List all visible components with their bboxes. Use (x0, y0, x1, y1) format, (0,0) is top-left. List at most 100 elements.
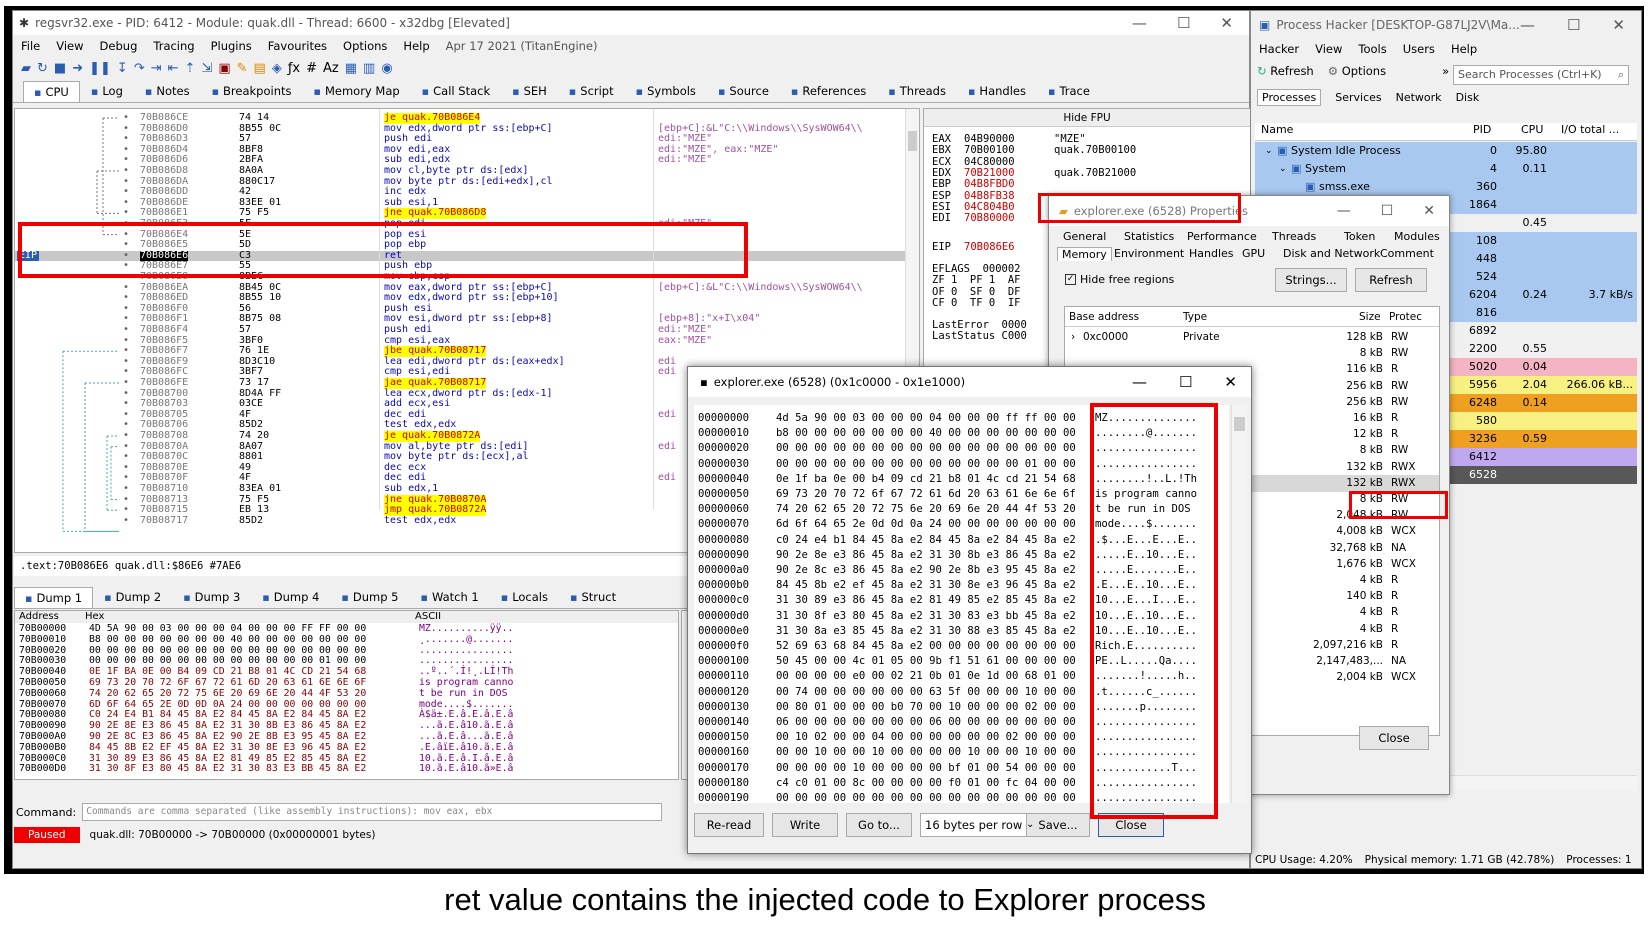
command-input[interactable]: Commands are comma separated (like assem… (82, 803, 663, 821)
hash-icon[interactable]: # (306, 61, 317, 76)
register-row[interactable]: EAX 04B90000 "MZE" (932, 133, 1086, 145)
dump-tab[interactable]: ▪ Watch 1 (409, 586, 489, 608)
dump-row[interactable]: 70B000D0 31 30 8F E3 80 45 8A E2 31 30 83… (19, 763, 674, 775)
bp-dot-icon[interactable]: • (123, 483, 129, 495)
bp-dot-icon[interactable]: • (123, 515, 129, 527)
execute-till-return-icon[interactable]: ⇡ (185, 61, 196, 76)
menu-item[interactable]: Plugins (211, 39, 252, 53)
menu-item[interactable]: View (56, 39, 83, 53)
tab-source[interactable]: ▪ Source (707, 80, 780, 102)
menu-item[interactable]: Tracing (153, 39, 194, 53)
refresh-button[interactable]: ↻ Refresh (1257, 64, 1314, 78)
run-icon[interactable]: ➜ (72, 61, 83, 76)
register-row-eip[interactable]: EIP 70B086E6 (932, 241, 1015, 253)
menu-item[interactable]: Hacker (1259, 42, 1299, 56)
trace-into-icon[interactable]: ⇥ (151, 61, 162, 76)
minimize-icon[interactable]: — (1132, 373, 1147, 391)
dump-row[interactable]: 70B00060 74 20 62 65 20 72 75 6E 20 69 6E… (19, 688, 674, 700)
expand-icon[interactable]: ⌄ (1265, 142, 1273, 160)
tab-handles[interactable]: ▪ Handles (957, 80, 1037, 102)
process-row[interactable]: ⌄ ▣ System 4 0.11 (1255, 160, 1637, 178)
ph-tab-services[interactable]: Services (1335, 91, 1381, 104)
dump-tab[interactable]: ▪ Dump 2 (93, 586, 172, 608)
tab-memory-map[interactable]: ▪ Memory Map (303, 80, 411, 102)
dump-tab[interactable]: ▪ Dump 3 (172, 586, 251, 608)
menu-item[interactable]: Help (1451, 42, 1477, 56)
register-row[interactable]: EDX 70B21000 quak.70B21000 (932, 167, 1136, 179)
dump-tab[interactable]: ▪ Dump 1 (14, 587, 94, 608)
calculator-icon[interactable]: ▦ (345, 61, 357, 76)
close-icon[interactable]: ✕ (1220, 14, 1233, 32)
dump-row[interactable]: 70B00010 B8 00 00 00 00 00 00 00 40 00 00… (19, 634, 674, 646)
eflags-row[interactable]: CF 0 TF 0 IF (932, 297, 1021, 309)
search-input[interactable]: Search Processes (Ctrl+K) ⌕ (1453, 65, 1629, 85)
dump-tab[interactable]: ▪ Dump 5 (330, 586, 409, 608)
function-icon[interactable]: ƒx (288, 61, 300, 76)
prop-tab[interactable]: Threads (1272, 230, 1316, 243)
minimize-icon[interactable]: — (1132, 14, 1147, 32)
menu-item[interactable]: File (21, 39, 40, 53)
menu-item[interactable]: Help (403, 39, 429, 53)
lasterror-row[interactable]: LastStatus C000 (932, 330, 1027, 342)
maximize-icon[interactable]: ☐ (1179, 373, 1192, 391)
memory-region-row[interactable]: 8 kB RW (1065, 345, 1439, 362)
stop-icon[interactable]: ■ (54, 61, 66, 76)
reread-button[interactable]: Re-read (694, 813, 764, 837)
prop-tab[interactable]: Modules (1394, 230, 1440, 243)
bytes-per-row-select[interactable]: 16 bytes per row (920, 813, 1042, 837)
tab-call-stack[interactable]: ▪ Call Stack (411, 80, 501, 102)
col-size[interactable]: Size (1359, 307, 1381, 327)
overflow-icon[interactable]: » (1442, 64, 1449, 78)
dump-view[interactable]: Address Hex ASCII 70B00000 4D 5A 90 00 03… (14, 610, 679, 780)
prop-tab[interactable]: Environment (1114, 247, 1184, 260)
tab-log[interactable]: ▪ Log (80, 80, 134, 102)
close-button[interactable]: Close (1359, 726, 1429, 750)
tab-notes[interactable]: ▪ Notes (134, 80, 201, 102)
disasm-row[interactable]: • 70B086D8 8A0A mov cl,byte ptr ds:[edx] (15, 165, 907, 177)
write-button[interactable]: Write (772, 813, 838, 837)
process-row[interactable]: ⌄ ▣ System Idle Process 0 95.80 (1255, 142, 1637, 160)
dump-tab[interactable]: ▪ Dump 4 (251, 586, 330, 608)
tab-script[interactable]: ▪ Script (558, 80, 625, 102)
process-row[interactable]: ▣ smss.exe 360 (1255, 178, 1637, 196)
goto-button[interactable]: Go to... (846, 813, 912, 837)
register-row[interactable]: EDI 70B80000 (932, 212, 1054, 224)
tab-cpu[interactable]: ▪ CPU (23, 81, 80, 102)
bookmark-icon[interactable]: ◈ (272, 61, 282, 76)
restart-icon[interactable]: ↻ (37, 61, 48, 76)
bp-dot-icon[interactable]: • (123, 165, 129, 177)
dump-tab[interactable]: ▪ Struct (559, 586, 627, 608)
col-pid[interactable]: PID (1473, 123, 1491, 136)
trace-over-icon[interactable]: ⇤ (168, 61, 179, 76)
col-name[interactable]: Name (1261, 123, 1293, 136)
scylla-icon[interactable]: ▣ (218, 61, 230, 76)
menu-item[interactable]: Tools (1358, 42, 1386, 56)
refresh-button[interactable]: Refresh (1355, 268, 1427, 292)
prop-tab[interactable]: Handles (1189, 247, 1234, 260)
expand-icon[interactable]: › (1071, 329, 1075, 346)
menu-item[interactable]: View (1315, 42, 1342, 56)
menu-item[interactable]: Debug (100, 39, 138, 53)
bp-dot-icon[interactable]: • (123, 324, 129, 336)
eflags-row[interactable]: OF 0 SF 0 DF (932, 286, 1021, 298)
tab-breakpoints[interactable]: ▪ Breakpoints (201, 80, 303, 102)
prop-tab[interactable]: Performance (1187, 230, 1257, 243)
ph-tab-processes[interactable]: Processes (1257, 88, 1322, 106)
dump-row[interactable]: 70B000B0 84 45 8B E2 EF 45 8A E2 31 30 8E… (19, 742, 674, 754)
register-row[interactable]: ESP 04B8FB38 (932, 190, 1054, 202)
pause-icon[interactable]: ❚❚ (89, 61, 111, 76)
tab-symbols[interactable]: ▪ Symbols (625, 80, 707, 102)
prop-tab[interactable]: General (1063, 230, 1106, 243)
tab-trace[interactable]: ▪ Trace (1037, 80, 1101, 102)
maximize-icon[interactable]: ☐ (1567, 16, 1580, 34)
lasterror-row[interactable]: LastError 0000 (932, 319, 1027, 331)
disasm-row[interactable]: • 70B086CE 74 14 je quak.70B086E4 (15, 112, 907, 124)
font-icon[interactable]: Aᴢ (323, 61, 339, 76)
step-into-icon[interactable]: ↧ (117, 61, 128, 76)
globe-icon[interactable]: ◉ (381, 61, 392, 76)
open-icon[interactable]: ▰ (21, 61, 31, 76)
ph-tab-disk[interactable]: Disk (1456, 91, 1480, 104)
hide-fpu-button[interactable]: Hide FPU (924, 109, 1250, 127)
col-cpu[interactable]: CPU (1521, 123, 1543, 136)
bp-dot-icon[interactable]: • (123, 377, 129, 389)
